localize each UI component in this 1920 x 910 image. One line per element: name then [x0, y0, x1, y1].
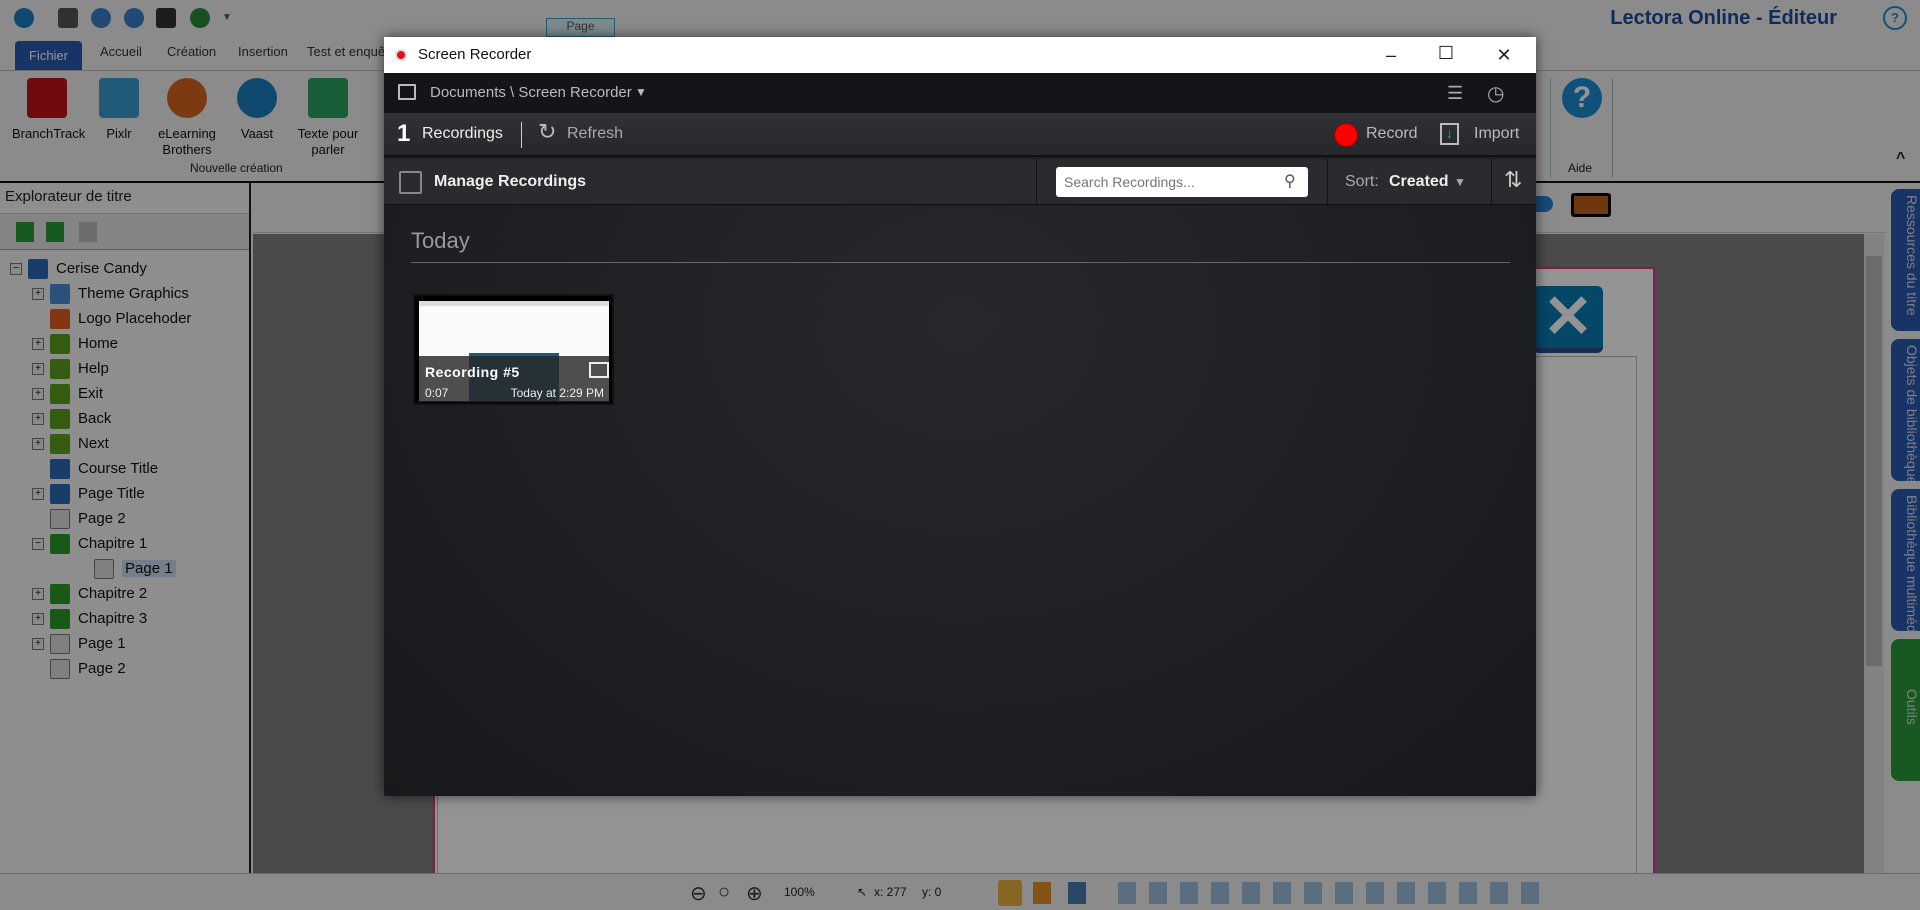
minimize-button[interactable]: – — [1376, 45, 1406, 66]
refresh-button[interactable]: Refresh — [567, 125, 623, 143]
search-box[interactable]: ⚲ — [1056, 167, 1308, 197]
import-icon[interactable]: ↓ — [1440, 123, 1459, 145]
sort-order-icon[interactable]: ⇅ — [1504, 167, 1522, 193]
history-icon[interactable]: ◷ — [1487, 81, 1504, 106]
breadcrumb[interactable]: Documents \ Screen Recorder — [430, 84, 632, 101]
folder-icon[interactable] — [589, 362, 609, 378]
recordings-count: 1 — [397, 120, 411, 147]
recording-title: Recording #5 — [425, 364, 520, 380]
breadcrumb-dropdown-icon[interactable]: ▼ — [635, 85, 647, 99]
recording-duration: 0:07 — [425, 386, 449, 400]
checklist-icon[interactable]: ☰ — [1447, 83, 1463, 104]
search-icon[interactable]: ⚲ — [1284, 171, 1296, 191]
sort-caret-icon[interactable]: ▼ — [1454, 175, 1466, 189]
import-button[interactable]: Import — [1474, 125, 1519, 143]
sort-label: Sort: — [1345, 173, 1379, 190]
recordings-label: Recordings — [422, 125, 503, 142]
search-input[interactable] — [1064, 172, 1264, 192]
screen-recorder-window: Screen Recorder – ☐ ✕ Documents \ Screen… — [384, 37, 1536, 796]
folder-icon — [398, 84, 416, 100]
record-button[interactable]: Record — [1366, 125, 1418, 143]
recording-date: Today at 2:29 PM — [510, 386, 604, 400]
record-icon[interactable] — [1334, 123, 1358, 147]
recording-card[interactable]: Recording #5 0:07 Today at 2:29 PM — [413, 294, 614, 405]
sort-dropdown[interactable]: Created — [1389, 173, 1449, 191]
recorder-app-icon — [395, 49, 407, 61]
manage-recordings[interactable]: Manage Recordings — [434, 173, 586, 191]
close-button[interactable]: ✕ — [1489, 45, 1519, 66]
window-title: Screen Recorder — [418, 46, 532, 63]
section-heading: Today — [411, 228, 470, 253]
refresh-icon[interactable]: ↻ — [538, 119, 556, 145]
maximize-button[interactable]: ☐ — [1431, 43, 1461, 64]
manage-checkbox[interactable] — [399, 171, 422, 194]
